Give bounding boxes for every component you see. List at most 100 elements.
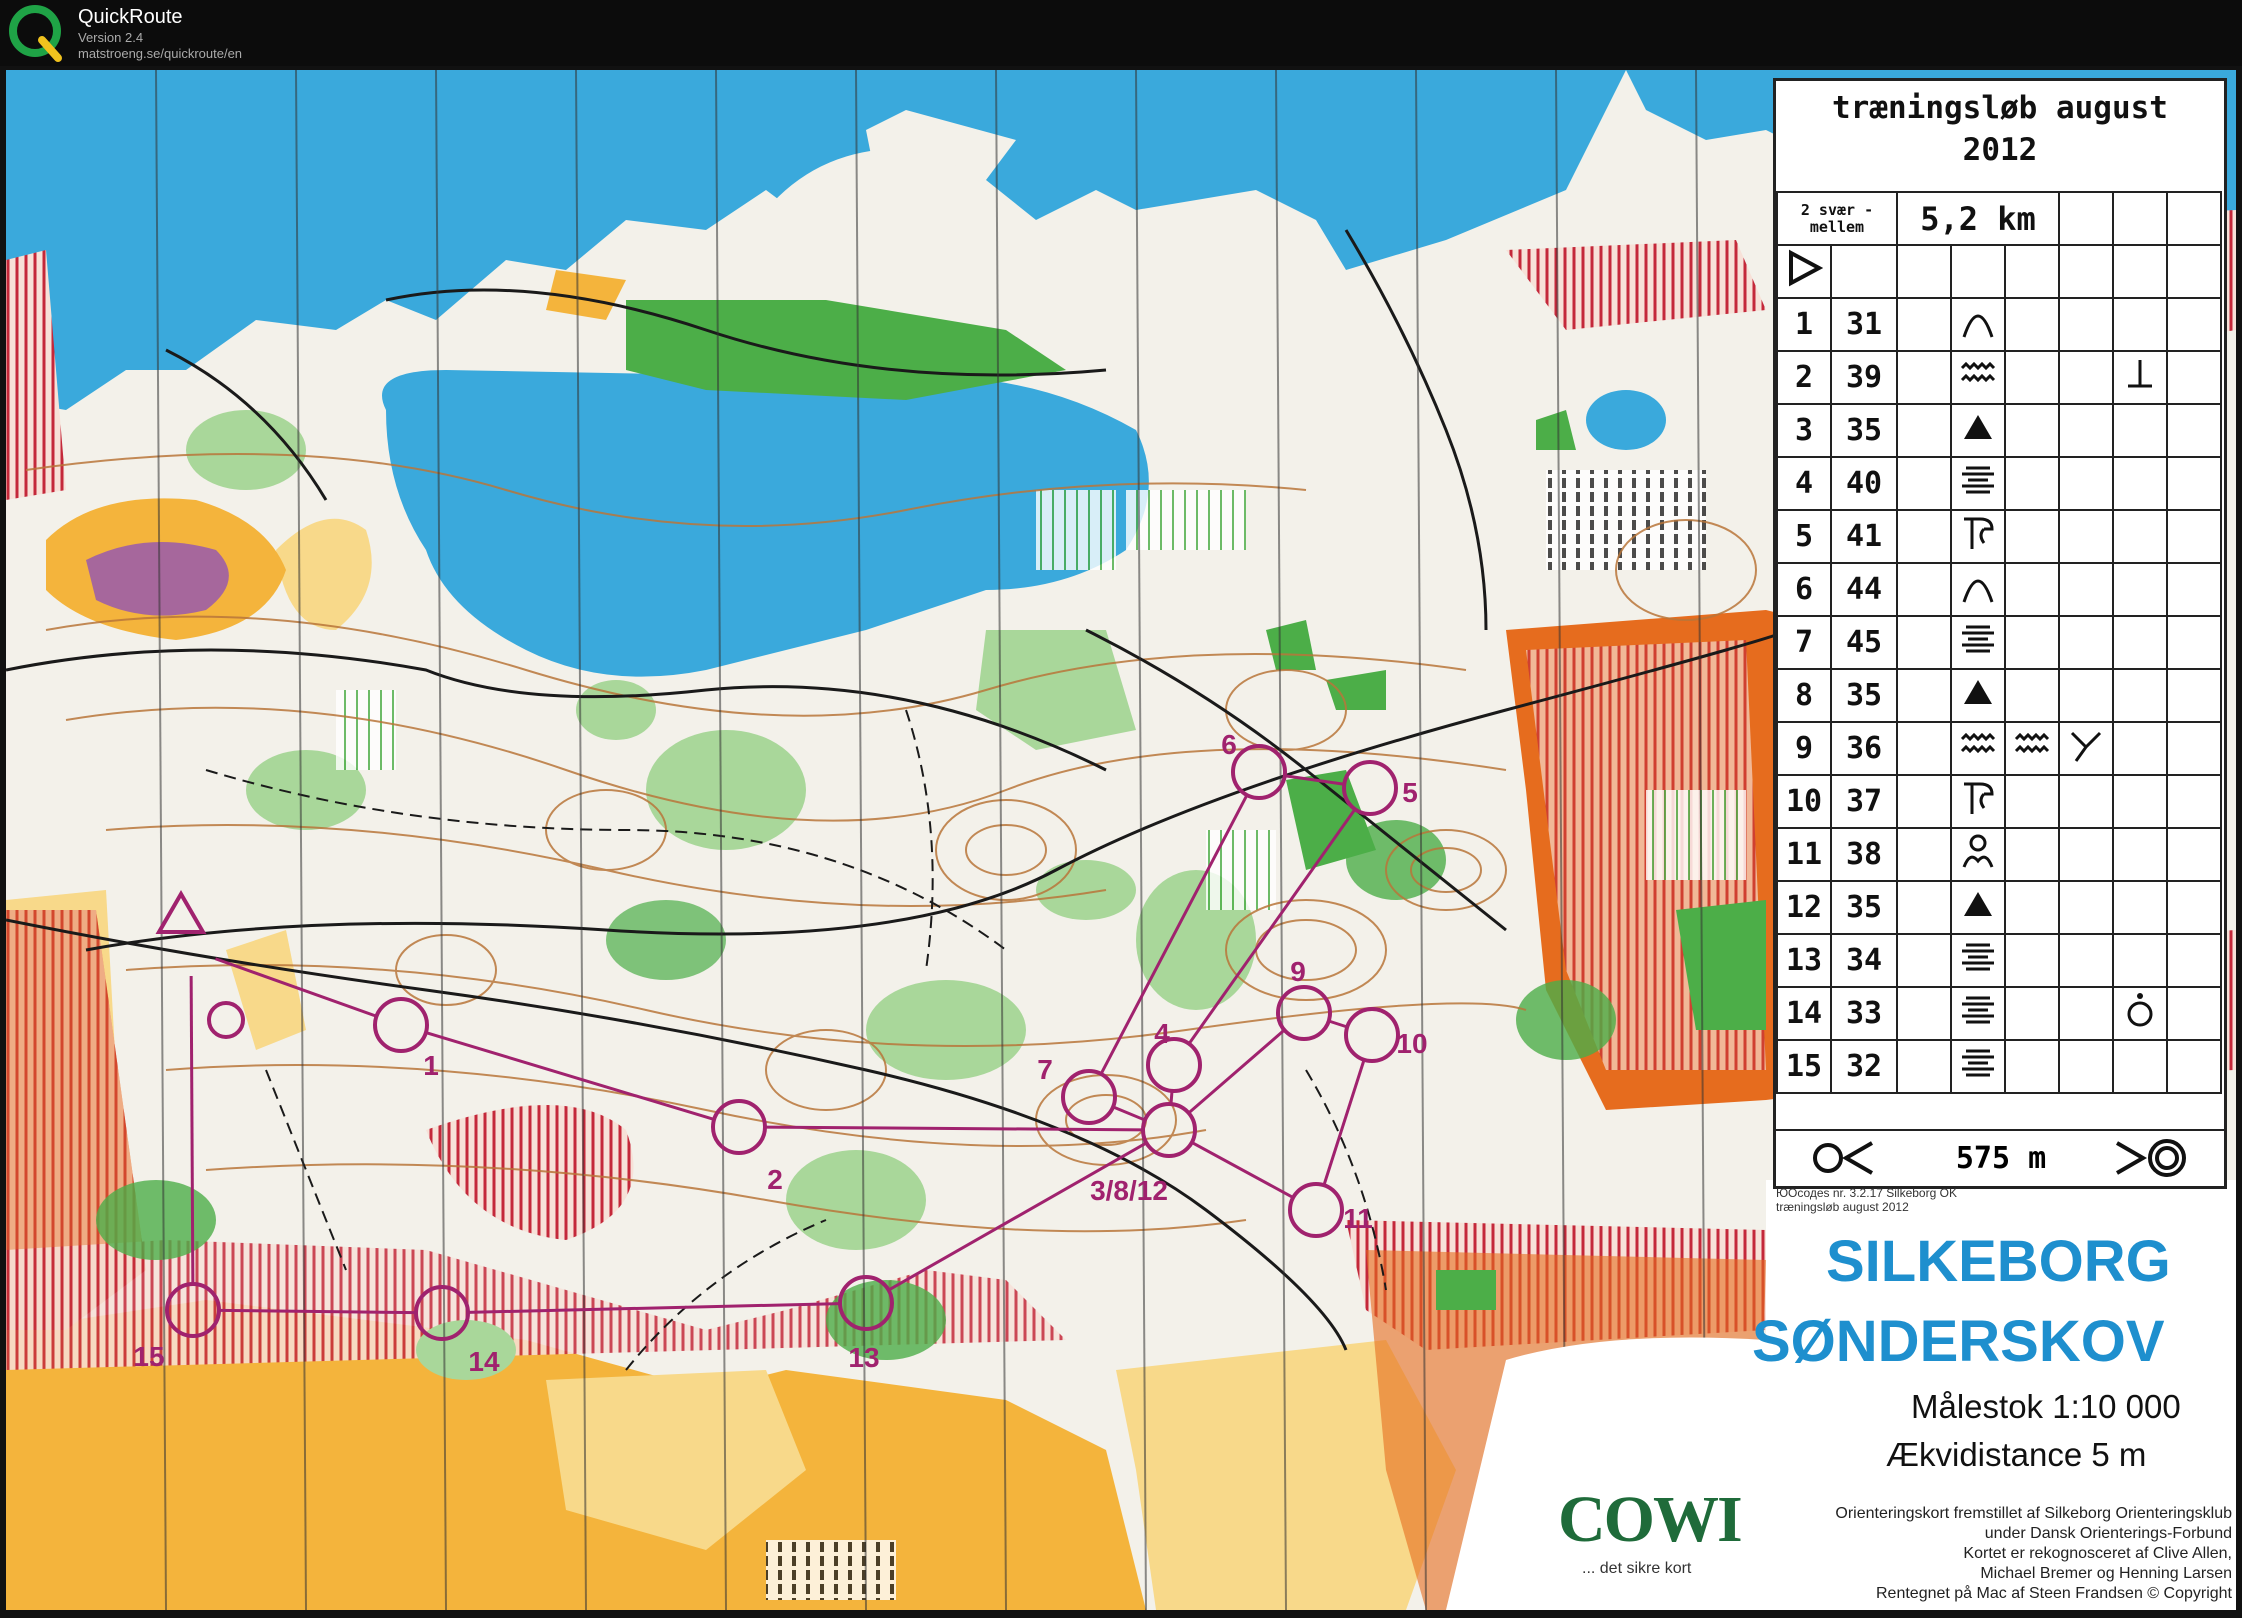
control-label: 5 (1402, 777, 1418, 808)
class-line2: mellem (1809, 217, 1865, 236)
description-row: 4 40 (1776, 456, 2222, 511)
control-code: 40 (1830, 456, 1898, 511)
boulder-icon (1950, 880, 2006, 935)
description-row: 7 45 (1776, 615, 2222, 670)
control-circle (373, 997, 429, 1053)
control-circle (414, 1285, 470, 1341)
ditch-junction-icon (2058, 721, 2114, 776)
description-row: 15 32 (1776, 1039, 2222, 1094)
contour-interval: Ækvidistance 5 m (1886, 1436, 2147, 1473)
control-label: 15 (133, 1341, 164, 1372)
control-circle (1141, 1102, 1197, 1158)
control-circle (165, 1282, 221, 1338)
finish-circle-icon (2116, 1139, 2186, 1177)
map-title-line2: SØNDERSKOV (1752, 1309, 2165, 1374)
control-label: 7 (1037, 1054, 1053, 1085)
app-url[interactable]: matstroeng.se/quickroute/en (78, 46, 242, 61)
course-leg (764, 1125, 1144, 1132)
control-label: 14 (468, 1346, 500, 1377)
top-icon (2112, 986, 2168, 1041)
course-leg (1112, 1105, 1146, 1122)
description-row: 9 36 (1776, 721, 2222, 776)
control-code: 41 (1830, 509, 1898, 564)
control-code: 39 (1830, 350, 1898, 405)
control-circle (1276, 985, 1332, 1041)
description-row: 14 33 (1776, 986, 2222, 1041)
course-leg (1187, 1028, 1286, 1115)
description-row: 13 34 (1776, 933, 2222, 988)
finish-distance: 575 m (1955, 1141, 2047, 1176)
start-triangle-icon (155, 890, 207, 934)
publisher-logo: COWI (1558, 1483, 1743, 1556)
control-code: 37 (1830, 774, 1898, 829)
control-label: 6 (1221, 729, 1237, 760)
control-label: 2 (767, 1164, 783, 1195)
description-title-line1: træningsløb august (1832, 90, 2168, 126)
control-circle (1344, 1007, 1400, 1063)
control-code: 33 (1830, 986, 1898, 1041)
course-leg (218, 1308, 417, 1315)
control-number: 1 (1776, 297, 1832, 352)
ditch-icon (1950, 350, 2006, 405)
control-number: 12 (1776, 880, 1832, 935)
description-row: 2 39 (1776, 350, 2222, 405)
control-description-sheet: træningsløb august 2012 2 svær - mellem … (1773, 78, 2227, 1189)
description-row: 11 38 (1776, 827, 2222, 882)
start-triangle-icon (1776, 244, 1832, 299)
control-number: 5 (1776, 509, 1832, 564)
description-row: 3 35 (1776, 403, 2222, 458)
control-code: 36 (1830, 721, 1898, 776)
terrace-icon (1950, 933, 2006, 988)
club-credit-line1: Orienteringskort fremstillet af Silkebor… (1835, 1505, 2232, 1522)
quickroute-logo-icon (9, 5, 62, 62)
description-row: 5 41 (1776, 509, 2222, 564)
course-leg (467, 1302, 841, 1314)
foot-icon (2112, 350, 2168, 405)
map-credit-line1: ЮОсодеs nr. 3.2.17 Silkeborg OK (1776, 1186, 1957, 1200)
club-credit-line2: under Dansk Orienterings-Forbund (1984, 1525, 2232, 1542)
description-row: 8 35 (1776, 668, 2222, 723)
knoll-icon (1950, 562, 2006, 617)
app-version: Version 2.4 (78, 30, 144, 45)
course-leg (1322, 1059, 1366, 1186)
description-row: 6 44 (1776, 562, 2222, 617)
control-label: 1 (423, 1050, 439, 1081)
control-number: 10 (1776, 774, 1832, 829)
course-leg (1328, 1019, 1348, 1029)
boulder-icon (1950, 403, 2006, 458)
control-label: 13 (848, 1342, 879, 1373)
control-number: 7 (1776, 615, 1832, 670)
control-label: 4 (1154, 1018, 1170, 1049)
control-code: 35 (1830, 403, 1898, 458)
control-number: 2 (1776, 350, 1832, 405)
control-label: 3/8/12 (1090, 1175, 1168, 1206)
description-header-row: 2 svær - mellem 5,2 km (1776, 191, 2222, 246)
description-table: 2 svær - mellem 5,2 km 1 31 2 39 3 35 4 … (1776, 191, 2222, 1094)
terrace-icon (1950, 456, 2006, 511)
control-number: 14 (1776, 986, 1832, 1041)
terrace-icon (1950, 986, 2006, 1041)
map-title-line1: SILKEBORG (1826, 1229, 2171, 1294)
control-number: 15 (1776, 1039, 1832, 1094)
course-leg (887, 1141, 1148, 1292)
orienteering-map[interactable]: 1 2 3/8/12 4 5 6 7 9 10 11 13 14 15 træningsløb augu… (6, 70, 2236, 1610)
control-number: 3 (1776, 403, 1832, 458)
app-header: QuickRoute Version 2.4 matstroeng.se/qui… (0, 0, 2242, 66)
terrace-icon (1950, 615, 2006, 670)
club-credit: Orienteringskort fremstillet af Silkebor… (1776, 1504, 2232, 1604)
control-circle (1231, 744, 1287, 800)
control-code: 44 (1830, 562, 1898, 617)
control-number: 9 (1776, 721, 1832, 776)
finish-start-icon (1813, 1141, 1873, 1175)
map-credit: ЮОсодеs nr. 3.2.17 Silkeborg OK trænings… (1776, 1186, 1957, 1214)
control-number: 13 (1776, 933, 1832, 988)
finish-circle-icon (207, 1001, 245, 1039)
description-start-row (1776, 244, 2222, 299)
ditch-icon (2004, 721, 2060, 776)
course-leg (1191, 1141, 1294, 1199)
re-entrant-icon (1950, 509, 2006, 564)
course-leg (1284, 774, 1345, 786)
control-circle (711, 1099, 767, 1155)
re-entrant-icon (1950, 774, 2006, 829)
description-row: 12 35 (1776, 880, 2222, 935)
